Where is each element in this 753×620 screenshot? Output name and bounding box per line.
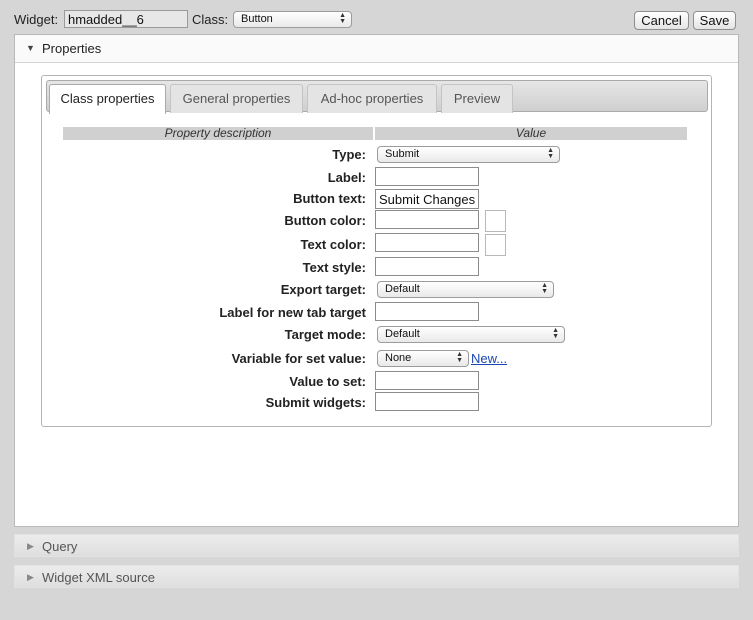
submit-widgets-label: Submit widgets: [265,395,366,410]
variable-set-value-select[interactable]: None ▲ ▼ [377,350,469,367]
select-arrows-icon: ▲ ▼ [541,282,548,295]
variable-set-value-label: Variable for set value: [231,351,366,366]
select-arrows-icon: ▲ ▼ [552,327,559,340]
button-color-label: Button color: [284,213,366,228]
type-label: Type: [332,147,366,162]
label-label: Label: [327,170,366,185]
xml-source-panel-header[interactable]: ▶ Widget XML source [14,565,739,588]
variable-set-value-value: None [385,352,412,364]
xml-source-title: Widget XML source [42,570,155,585]
triangle-down-icon: ▼ [26,43,35,53]
label-field[interactable] [375,167,479,186]
target-mode-value: Default [385,328,420,340]
value-to-set-label: Value to set: [289,374,366,389]
widget-toolbar: Widget: Class: Button ▲▼ Cancel Save [0,0,753,36]
new-variable-link[interactable]: New... [471,351,507,366]
type-select-value: Submit [385,148,420,160]
query-title: Query [42,539,78,554]
widget-label: Widget: [14,12,59,27]
target-mode-label: Target mode: [284,327,366,342]
column-header-value: Value [375,127,687,140]
target-mode-select[interactable]: Default ▲ ▼ [377,326,565,343]
button-color-swatch[interactable] [485,210,506,232]
class-select[interactable]: Button ▲ ▼ [233,11,352,28]
triangle-right-icon: ▶ [27,572,34,582]
label-new-tab-label: Label for new tab target [219,305,366,320]
button-text-field[interactable] [375,189,479,209]
select-arrows-icon: ▲ ▼ [456,351,463,364]
submit-widgets-field[interactable] [375,392,479,411]
export-target-value: Default [385,283,420,295]
select-arrows-icon: ▲ ▼ [339,12,346,25]
properties-title: Properties [42,41,102,56]
button-color-field[interactable] [375,210,479,229]
class-label: Class: [192,12,229,27]
query-panel-header[interactable]: ▶ Query [14,534,739,557]
properties-panel: ▼ Properties Class properties General pr… [14,34,739,527]
text-color-field[interactable] [375,233,479,252]
export-target-label: Export target: [280,282,366,297]
widget-name-field[interactable] [64,10,188,28]
property-labels: Type: Label: Button text: Button color: … [42,76,366,426]
properties-tab-container: Class properties General properties Ad-h… [41,75,712,427]
text-style-field[interactable] [375,257,479,276]
tab-preview[interactable]: Preview [441,84,513,113]
triangle-right-icon: ▶ [27,541,34,551]
text-style-label: Text style: [302,260,366,275]
select-arrows-icon: ▲ ▼ [547,147,554,160]
button-text-label: Button text: [293,191,366,206]
export-target-select[interactable]: Default ▲ ▼ [377,281,554,298]
type-select[interactable]: Submit ▲ ▼ [377,146,560,163]
cancel-button[interactable]: Cancel [634,11,689,30]
label-new-tab-field[interactable] [375,302,479,321]
save-button[interactable]: Save [693,11,736,30]
value-to-set-field[interactable] [375,371,479,390]
text-color-swatch[interactable] [485,234,506,256]
text-color-label: Text color: [300,237,367,252]
properties-header[interactable]: ▼ Properties [15,35,738,63]
class-select-value: Button [241,13,273,25]
